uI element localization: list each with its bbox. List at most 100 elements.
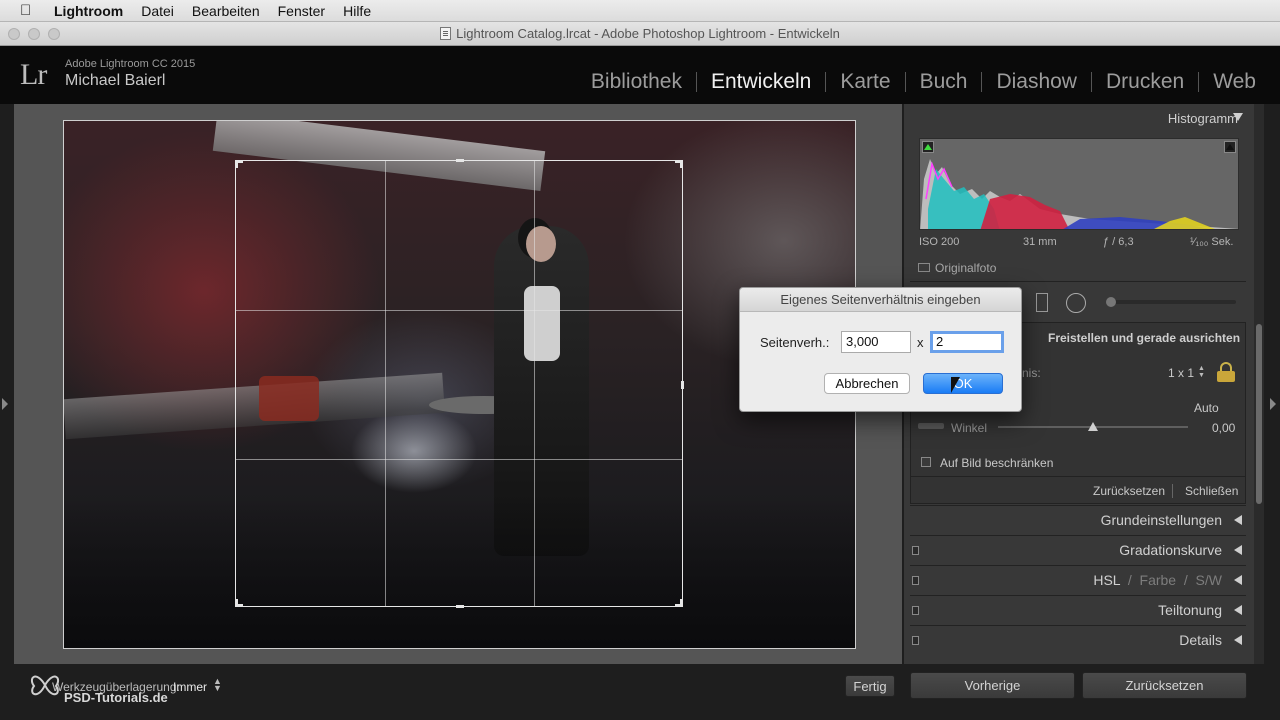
crop-frame[interactable] [235, 159, 684, 608]
section-details[interactable]: Details [910, 625, 1246, 653]
shadow-clipping-icon[interactable] [922, 141, 934, 153]
menu-fenster[interactable]: Fenster [278, 3, 325, 19]
angle-slider-knob[interactable] [1088, 422, 1098, 431]
expand-icon[interactable] [1234, 635, 1242, 645]
aspect-select[interactable]: 1 x 1 [1168, 366, 1194, 380]
crop-handle-right[interactable] [681, 381, 684, 389]
window-title: Lightroom Catalog.lrcat - Adobe Photosho… [456, 26, 840, 41]
menu-datei[interactable]: Datei [141, 3, 174, 19]
original-photo-checkbox[interactable] [918, 263, 930, 272]
crop-handle-bottom-left[interactable] [235, 599, 238, 607]
histogram-curves [920, 159, 1238, 229]
histogram-title[interactable]: Histogramm [1168, 111, 1238, 126]
section-toggle-switch[interactable] [912, 576, 919, 585]
crop-panel-title: Freistellen und gerade ausrichten [1048, 331, 1241, 345]
expand-icon[interactable] [1234, 515, 1242, 525]
module-karte[interactable]: Karte [826, 70, 904, 94]
original-photo-label: Originalfoto [935, 261, 997, 275]
button-separator [1172, 484, 1173, 498]
module-diashow[interactable]: Diashow [982, 70, 1091, 94]
close-window-button[interactable] [8, 28, 20, 40]
straighten-tool-icon[interactable] [918, 423, 944, 429]
graduated-filter-icon[interactable] [1036, 293, 1048, 312]
module-web[interactable]: Web [1199, 70, 1270, 94]
dialog-title: Eigenes Seitenverhältnis eingeben [740, 288, 1021, 312]
exif-iso: ISO 200 [919, 236, 960, 248]
histogram-collapse-icon[interactable] [1233, 113, 1243, 121]
brush-size-slider[interactable] [1106, 297, 1236, 307]
window-titlebar: Lightroom Catalog.lrcat - Adobe Photosho… [0, 22, 1280, 46]
histogram-graph[interactable] [919, 138, 1239, 230]
crop-handle-top-left[interactable] [235, 160, 238, 168]
done-button[interactable]: Fertig [845, 675, 895, 697]
expand-icon[interactable] [1234, 545, 1242, 555]
constrain-checkbox[interactable] [921, 457, 931, 467]
section-grundeinstellungen[interactable]: Grundeinstellungen [910, 505, 1246, 533]
tool-overlay-select[interactable]: Immer [173, 680, 207, 694]
tab-sw[interactable]: S/W [1196, 572, 1222, 588]
window-controls [8, 28, 60, 40]
menu-bearbeiten[interactable]: Bearbeiten [192, 3, 260, 19]
section-hsl[interactable]: HSL / Farbe / S/W [910, 565, 1246, 593]
angle-label: Winkel [951, 421, 988, 435]
ok-button[interactable]: OK [923, 373, 1003, 394]
section-teiltonung[interactable]: Teiltonung [910, 595, 1246, 623]
crop-reset-button[interactable]: Zurücksetzen [1093, 484, 1165, 498]
menu-bar:  Lightroom Datei Bearbeiten Fenster Hil… [0, 0, 1280, 22]
crop-handle-top[interactable] [456, 159, 464, 162]
app-version: Adobe Lightroom CC 2015 [65, 58, 196, 70]
radial-filter-icon[interactable] [1066, 293, 1086, 313]
crop-grid-line [534, 161, 535, 606]
crop-handle-bottom[interactable] [456, 605, 464, 608]
cancel-button[interactable]: Abbrechen [824, 373, 910, 394]
select-arrows-icon[interactable]: ▲ ▼ [213, 677, 222, 693]
aspect-separator: x [917, 335, 924, 350]
module-drucken[interactable]: Drucken [1092, 70, 1198, 94]
right-panel-scrollbar[interactable] [1254, 104, 1264, 664]
brush-slider-knob[interactable] [1106, 297, 1116, 307]
crop-close-button[interactable]: Schließen [1185, 484, 1238, 498]
section-toggle-switch[interactable] [912, 636, 919, 645]
menu-app[interactable]: Lightroom [54, 3, 123, 19]
module-bibliothek[interactable]: Bibliothek [577, 70, 696, 94]
right-panel-toggle-icon[interactable] [1270, 398, 1276, 410]
menu-hilfe[interactable]: Hilfe [343, 3, 371, 19]
module-picker: Bibliothek Entwickeln Karte Buch Diashow… [577, 70, 1270, 94]
crop-handle-bottom-right[interactable] [680, 599, 683, 607]
aspect-label: nis: [1022, 366, 1041, 380]
section-toggle-switch[interactable] [912, 606, 919, 615]
exif-shutter: ¹⁄₁₀₀ Sek. [1190, 236, 1234, 248]
angle-slider[interactable] [998, 422, 1188, 431]
identity-plate: Lr Adobe Lightroom CC 2015 Michael Baier… [0, 46, 1280, 104]
crop-handle-top-right[interactable] [680, 160, 683, 168]
aspect-height-input[interactable]: 2 [930, 331, 1004, 353]
left-panel-toggle-icon[interactable] [2, 398, 8, 410]
previous-button[interactable]: Vorherige [910, 672, 1075, 699]
module-entwickeln[interactable]: Entwickeln [697, 70, 825, 94]
expand-icon[interactable] [1234, 575, 1242, 585]
auto-straighten-button[interactable]: Auto [1194, 401, 1219, 415]
expand-icon[interactable] [1234, 605, 1242, 615]
lock-icon[interactable] [1217, 362, 1235, 382]
reset-button[interactable]: Zurücksetzen [1082, 672, 1247, 699]
tab-hsl[interactable]: HSL [1093, 572, 1120, 588]
module-buch[interactable]: Buch [906, 70, 982, 94]
section-title: Details [1179, 632, 1222, 648]
select-arrows-icon[interactable]: ▲ ▼ [1198, 365, 1205, 379]
zoom-window-button[interactable] [48, 28, 60, 40]
crop-grid-line [236, 459, 682, 460]
angle-value[interactable]: 0,00 [1212, 421, 1235, 435]
section-toggle-switch[interactable] [912, 546, 919, 555]
scrollbar-thumb[interactable] [1256, 324, 1262, 504]
exif-aperture: ƒ / 6,3 [1103, 236, 1134, 248]
exif-focal-length: 31 mm [1023, 236, 1057, 248]
section-gradationskurve[interactable]: Gradationskurve [910, 535, 1246, 563]
tab-farbe[interactable]: Farbe [1140, 572, 1177, 588]
highlight-clipping-icon[interactable] [1224, 141, 1236, 153]
aspect-width-input[interactable]: 3,000 [841, 331, 911, 353]
section-title: Gradationskurve [1119, 542, 1222, 558]
minimize-window-button[interactable] [28, 28, 40, 40]
psd-tutorials-logo [30, 675, 60, 696]
section-title: Grundeinstellungen [1100, 512, 1222, 528]
apple-icon[interactable]:  [20, 2, 38, 19]
